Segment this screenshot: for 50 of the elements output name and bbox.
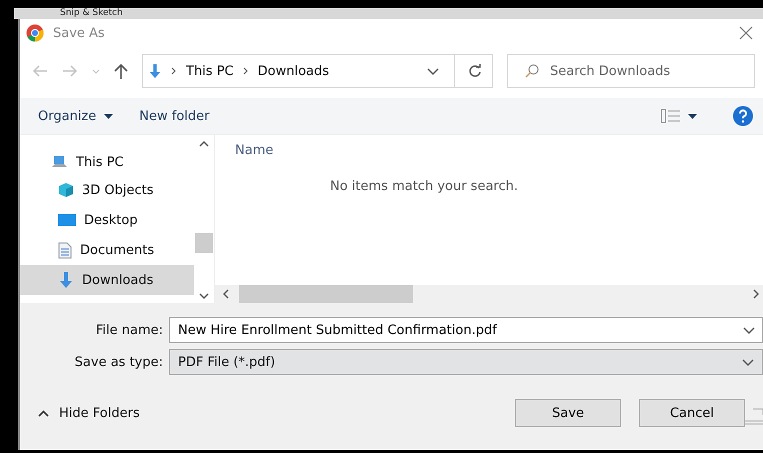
computer-icon xyxy=(52,155,68,169)
chevron-right-icon xyxy=(171,67,177,75)
help-icon[interactable] xyxy=(733,106,753,126)
chevron-up-icon xyxy=(38,410,49,416)
scroll-thumb[interactable] xyxy=(239,285,413,303)
search-field[interactable]: Search Downloads xyxy=(507,54,755,88)
chevron-down-icon[interactable] xyxy=(743,327,755,334)
chevron-right-icon xyxy=(242,67,249,75)
breadcrumb[interactable]: This PC xyxy=(186,64,234,78)
chevron-down-icon[interactable] xyxy=(742,358,754,366)
desktop-icon xyxy=(58,213,76,227)
sidebar-item[interactable]: Downloads xyxy=(20,265,194,295)
address-bar[interactable]: This PC Downloads xyxy=(142,54,493,88)
hide-folders-button[interactable]: Hide Folders xyxy=(32,404,146,422)
chevron-right-icon[interactable] xyxy=(753,289,759,299)
scroll-thumb[interactable] xyxy=(195,233,213,253)
dialog-button[interactable]: Cancel xyxy=(639,399,745,427)
scrollbar[interactable] xyxy=(215,285,763,303)
column-header[interactable]: Name xyxy=(235,143,274,158)
up-arrow-icon[interactable] xyxy=(114,63,128,79)
sidebar-item[interactable]: Documents xyxy=(20,235,194,265)
document-icon xyxy=(58,242,72,258)
window-title: Save As xyxy=(53,26,106,40)
refresh-icon[interactable] xyxy=(468,64,482,78)
file-name-field[interactable]: New Hire Enrollment Submitted Confirmation.pdf xyxy=(169,317,763,343)
empty-message: No items match your search. xyxy=(328,178,519,196)
view-options-icon[interactable] xyxy=(661,109,697,123)
chevron-left-icon[interactable] xyxy=(223,289,229,299)
new-folder-button[interactable]: New folder xyxy=(137,106,212,126)
breadcrumb[interactable]: Downloads xyxy=(258,64,330,78)
download-icon xyxy=(148,62,162,80)
sidebar-item[interactable]: Desktop xyxy=(20,205,194,235)
search-icon xyxy=(525,64,539,78)
cube-icon xyxy=(58,182,74,198)
sidebar-item[interactable]: 3D Objects xyxy=(20,175,194,205)
organize-button[interactable]: Organize xyxy=(36,106,116,126)
dialog-button[interactable]: Save xyxy=(515,399,621,427)
sidebar-item[interactable]: This PC xyxy=(20,149,194,175)
caret-down-icon xyxy=(104,114,114,118)
window-title: Snip & Sketch xyxy=(60,8,123,19)
download-icon xyxy=(58,272,74,288)
browser-logo-icon xyxy=(26,24,44,42)
file-type-dropdown[interactable]: PDF File (*.pdf) xyxy=(169,349,763,375)
chevron-up-icon[interactable] xyxy=(199,141,209,147)
chevron-down-icon[interactable] xyxy=(199,293,209,299)
close-icon[interactable] xyxy=(739,26,753,40)
field-label: File name: xyxy=(94,322,163,338)
resize-grip-icon[interactable] xyxy=(745,407,763,427)
chevron-down-icon[interactable] xyxy=(427,68,439,74)
field-label: Save as type: xyxy=(74,354,163,370)
